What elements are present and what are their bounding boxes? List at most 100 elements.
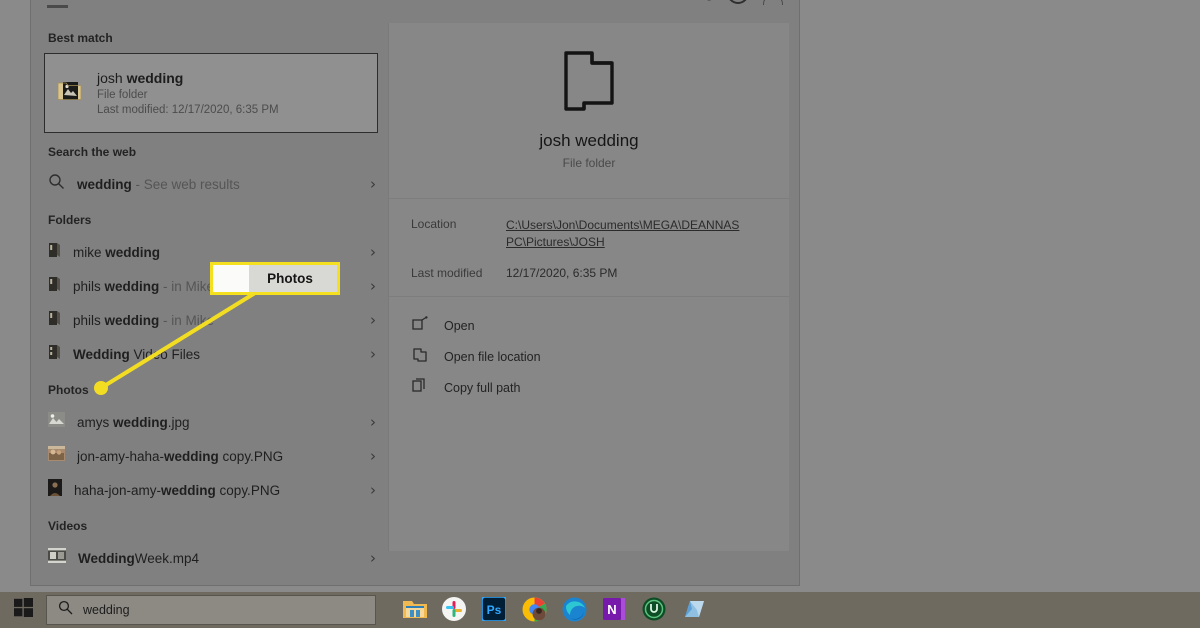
- list-item-label: phils wedding - in Mike: [73, 313, 358, 328]
- search-icon: [58, 600, 73, 620]
- search-body: Best match josh wedding File folder Last…: [31, 19, 799, 585]
- action-label: Copy full path: [444, 381, 521, 396]
- group-heading-photos: Photos: [48, 383, 89, 397]
- metadata-row-last-modified: Last modified 12/17/2020, 6:35 PM: [411, 266, 765, 280]
- desktop: All Apps Documents Web More▼ bing Best m…: [0, 0, 1200, 628]
- taskbar-search-box[interactable]: wedding: [46, 595, 376, 625]
- search-input-value[interactable]: wedding: [83, 603, 130, 617]
- best-match-title-bold: wedding: [126, 70, 184, 86]
- record-icon[interactable]: [727, 0, 749, 4]
- svg-text:Ps: Ps: [487, 603, 502, 617]
- action-label: Open: [444, 319, 475, 334]
- chevron-right-icon[interactable]: ›: [370, 448, 376, 464]
- folder-location-icon: [411, 347, 429, 368]
- metadata-key: Last modified: [411, 265, 483, 280]
- metadata-value: 12/17/2020, 6:35 PM: [506, 265, 618, 280]
- list-item-photo-0[interactable]: amys wedding.jpg ›: [31, 405, 388, 439]
- photo-0-after: .jpg: [167, 414, 190, 430]
- windows-logo-icon: [13, 598, 33, 622]
- image-thumb-icon: [48, 446, 65, 466]
- list-item-label: Wedding Video Files: [73, 347, 358, 362]
- start-button[interactable]: [0, 592, 46, 628]
- folder-0-plain: mike: [73, 244, 106, 260]
- file-explorer-icon[interactable]: [402, 597, 428, 623]
- list-item-photo-1[interactable]: jon-amy-haha-wedding copy.PNG ›: [31, 439, 388, 473]
- utorrent-icon[interactable]: [642, 597, 668, 623]
- chevron-right-icon[interactable]: ›: [370, 414, 376, 430]
- preview-title: josh wedding: [539, 131, 639, 150]
- folder-icon: [48, 242, 61, 263]
- search-flyout: All Apps Documents Web More▼ bing Best m…: [30, 0, 800, 586]
- list-item-photo-2[interactable]: haha-jon-amy-wedding copy.PNG ›: [31, 473, 388, 507]
- list-item-video-0[interactable]: WeddingWeek.mp4 ›: [31, 541, 388, 575]
- video-0-after: Week.mp4: [134, 550, 200, 566]
- onenote-icon[interactable]: N: [602, 597, 628, 623]
- photo-1-bold: wedding: [164, 448, 219, 464]
- list-item-folder-3[interactable]: Wedding Video Files ›: [31, 337, 388, 371]
- list-item-web-search[interactable]: wedding - See web results ›: [31, 167, 388, 201]
- slack-icon[interactable]: [442, 597, 468, 623]
- action-label: Open file location: [444, 350, 541, 365]
- image-thumb-icon: [48, 412, 65, 432]
- taskbar: wedding Ps N: [0, 592, 1200, 628]
- search-icon: [48, 173, 65, 195]
- group-heading-best-match: Best match: [48, 31, 113, 45]
- callout-swatch: [213, 265, 249, 292]
- chrome-icon[interactable]: [522, 597, 548, 623]
- sticky-notes-icon[interactable]: [682, 597, 708, 623]
- preview-metadata: Location C:\Users\Jon\Documents\MEGA\DEA…: [389, 199, 789, 297]
- folder-2-bold: wedding: [104, 312, 160, 328]
- list-item-folder-2[interactable]: phils wedding - in Mike ›: [31, 303, 388, 337]
- action-copy-full-path[interactable]: Copy full path: [411, 373, 789, 404]
- photo-2-plain: haha-jon-amy-: [74, 482, 162, 498]
- chevron-right-icon[interactable]: ›: [370, 550, 376, 566]
- chevron-right-icon[interactable]: ›: [370, 482, 376, 498]
- photo-1-after: copy.PNG: [218, 448, 284, 464]
- video-0-bold: Wedding: [78, 550, 135, 566]
- location-link[interactable]: C:\Users\Jon\Documents\MEGA\DEANNAS PC\P…: [506, 217, 761, 252]
- tabbar-right-group: bing: [688, 0, 799, 5]
- action-open[interactable]: Open: [411, 311, 789, 342]
- best-match-result[interactable]: josh wedding File folder Last modified: …: [44, 53, 378, 133]
- action-open-file-location[interactable]: Open file location: [411, 342, 789, 373]
- folder-1-bold: wedding: [104, 278, 160, 294]
- chevron-right-icon[interactable]: ›: [370, 278, 376, 294]
- best-match-modified: Last modified: 12/17/2020, 6:35 PM: [97, 104, 279, 116]
- folder-0-bold: wedding: [105, 244, 161, 260]
- folder-3-after: Video Files: [129, 346, 201, 362]
- folder-1-plain: phils: [73, 278, 105, 294]
- tab-all[interactable]: All: [47, 0, 69, 8]
- list-item-label: haha-jon-amy-wedding copy.PNG: [74, 483, 358, 498]
- chevron-right-icon[interactable]: ›: [370, 346, 376, 362]
- folder-2-dim: - in Mike: [159, 312, 215, 328]
- list-item-label: amys wedding.jpg: [77, 415, 358, 430]
- photo-0-plain: amys: [77, 414, 114, 430]
- folder-2-plain: phils: [73, 312, 105, 328]
- tab-documents[interactable]: Documents: [155, 0, 227, 8]
- person-icon[interactable]: [763, 0, 783, 5]
- photo-1-plain: jon-amy-haha-: [77, 448, 165, 464]
- tab-web[interactable]: Web: [253, 0, 285, 8]
- tab-more[interactable]: More▼: [311, 0, 358, 8]
- preview-actions: Open Open file location Copy full path: [389, 297, 789, 404]
- folder-photo-icon: [57, 79, 83, 108]
- photo-2-bold: wedding: [161, 482, 216, 498]
- list-item-label: mike wedding: [73, 245, 358, 260]
- list-item-label: WeddingWeek.mp4: [78, 551, 358, 566]
- preview-subtitle: File folder: [562, 156, 616, 170]
- web-search-suffix: - See web results: [131, 176, 240, 192]
- chevron-right-icon[interactable]: ›: [370, 312, 376, 328]
- best-match-text: josh wedding File folder Last modified: …: [97, 70, 279, 116]
- search-results-list[interactable]: Best match josh wedding File folder Last…: [31, 19, 388, 585]
- chevron-right-icon[interactable]: ›: [370, 176, 376, 192]
- edge-icon[interactable]: [562, 597, 588, 623]
- folder-1-dim: - in Mike: [159, 278, 215, 294]
- photoshop-icon[interactable]: Ps: [481, 596, 508, 623]
- tab-apps[interactable]: Apps: [94, 0, 129, 8]
- video-thumb-icon: [48, 548, 66, 568]
- photo-2-after: copy.PNG: [215, 482, 281, 498]
- folder-icon: [48, 310, 61, 331]
- folder-3-bold: Wedding: [73, 346, 130, 362]
- photo-0-bold: wedding: [113, 414, 168, 430]
- chevron-right-icon[interactable]: ›: [370, 244, 376, 260]
